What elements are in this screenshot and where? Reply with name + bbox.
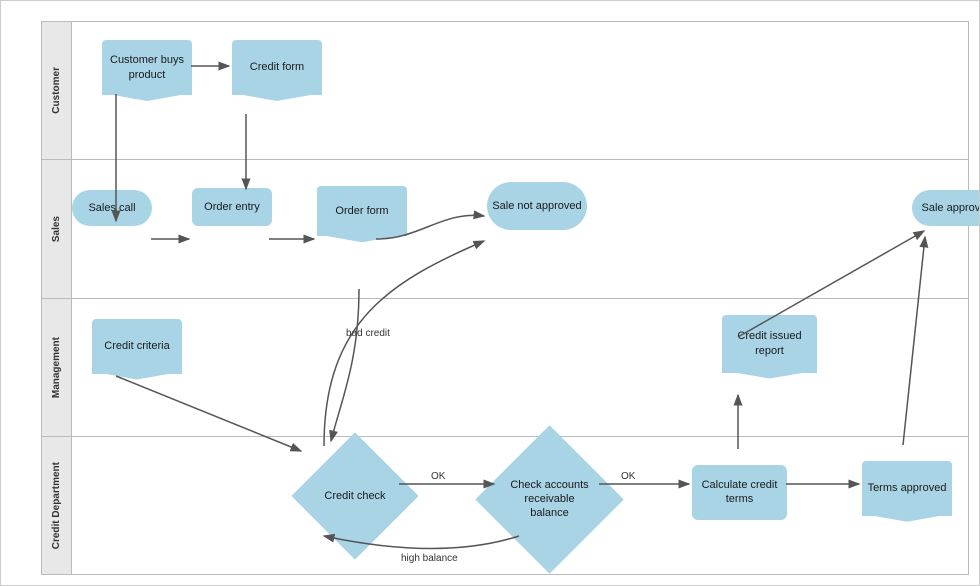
lane-label-credit-dept: Credit Department xyxy=(42,437,72,574)
lane-label-sales: Sales xyxy=(42,160,72,297)
order-entry-shape: Order entry xyxy=(192,188,272,226)
credit-form-shape: Credit form xyxy=(232,40,322,95)
calculate-credit-shape: Calculate credit terms xyxy=(692,465,787,520)
credit-check-shape: Credit check xyxy=(310,451,400,541)
swim-lanes: Customer Customer buys product Credit fo… xyxy=(41,21,969,575)
lane-sales: Sales Sales call Order entry Order form … xyxy=(42,160,968,298)
check-accounts-shape: Check accounts receivable balance xyxy=(497,447,602,552)
customer-buys-shape: Customer buys product xyxy=(102,40,192,95)
diagram-canvas: Customer Customer buys product Credit fo… xyxy=(0,0,980,586)
sales-call-shape: Sales call xyxy=(72,190,152,226)
lane-label-management: Management xyxy=(42,299,72,436)
terms-approved-shape: Terms approved xyxy=(862,461,952,516)
credit-criteria-shape: Credit criteria xyxy=(92,319,182,374)
lane-content-sales: Sales call Order entry Order form Sale n… xyxy=(72,160,968,297)
lane-management: Management Credit criteria Credit issued… xyxy=(42,299,968,437)
lane-content-credit-dept: Credit check Check accounts receivable b… xyxy=(72,437,968,574)
credit-issued-report-shape: Credit issued report xyxy=(722,315,817,373)
lane-label-customer: Customer xyxy=(42,22,72,159)
sale-not-approved-shape: Sale not approved xyxy=(487,182,587,230)
sale-approved-shape: Sale approved xyxy=(912,190,980,226)
lane-content-customer: Customer buys product Credit form xyxy=(72,22,968,159)
lane-content-management: Credit criteria Credit issued report xyxy=(72,299,968,436)
lane-credit-dept: Credit Department Credit check Check acc… xyxy=(42,437,968,574)
order-form-shape: Order form xyxy=(317,186,407,236)
lane-customer: Customer Customer buys product Credit fo… xyxy=(42,22,968,160)
